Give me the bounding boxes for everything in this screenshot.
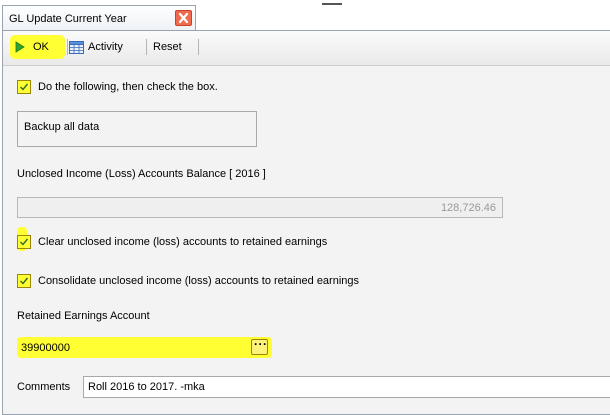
ok-button[interactable]: OK <box>10 35 65 59</box>
comments-input[interactable] <box>83 376 610 398</box>
instructions-checkbox-label: Do the following, then check the box. <box>38 81 218 93</box>
grid-icon <box>69 40 84 54</box>
close-icon <box>178 12 189 24</box>
reset-label: Reset <box>153 41 182 53</box>
ok-label: OK <box>33 41 49 53</box>
account-lookup-button[interactable]: ··· <box>251 337 268 355</box>
play-icon <box>15 41 25 53</box>
form-panel: OK Activity Reset Do the following, then… <box>2 30 610 415</box>
consolidate-option-label: Consolidate unclosed income (loss) accou… <box>38 275 360 287</box>
clear-option-label: Clear unclosed income (loss) accounts to… <box>38 236 328 248</box>
instructions-checkbox[interactable] <box>17 80 31 94</box>
retained-earnings-field[interactable]: 39900000 ··· <box>17 337 272 358</box>
instructions-check-row[interactable]: Do the following, then check the box. <box>17 80 218 94</box>
cropped-fragment <box>322 0 342 5</box>
clear-option-row[interactable]: Clear unclosed income (loss) accounts to… <box>17 235 327 249</box>
check-icon <box>20 277 29 285</box>
retained-earnings-label: Retained Earnings Account <box>17 310 150 322</box>
toolbar-separator <box>146 39 147 55</box>
activity-button[interactable]: Activity <box>69 35 123 59</box>
toolbar: OK Activity Reset <box>3 31 610 66</box>
instruction-text: Backup all data <box>24 121 100 133</box>
consolidate-option-row[interactable]: Consolidate unclosed income (loss) accou… <box>17 274 359 288</box>
balance-label: Unclosed Income (Loss) Accounts Balance … <box>17 168 266 180</box>
tab-gl-update-current-year[interactable]: GL Update Current Year <box>2 5 196 30</box>
balance-field: 128,726.46 <box>17 197 503 218</box>
comments-label: Comments <box>17 381 71 393</box>
instruction-box: Backup all data <box>17 111 257 147</box>
window-top-edge <box>0 0 610 5</box>
reset-button[interactable]: Reset <box>153 35 182 59</box>
retained-earnings-value: 39900000 <box>21 342 70 354</box>
consolidate-option-checkbox[interactable] <box>17 274 31 288</box>
tab-title: GL Update Current Year <box>9 13 127 25</box>
balance-value: 128,726.46 <box>440 202 496 214</box>
tab-close-button[interactable] <box>175 10 192 26</box>
toolbar-separator <box>198 39 199 55</box>
toolbar-separator <box>67 39 68 55</box>
check-icon <box>20 238 29 246</box>
check-icon <box>20 83 29 91</box>
clear-option-checkbox[interactable] <box>17 235 31 249</box>
activity-label: Activity <box>88 41 123 53</box>
ellipsis-icon: ··· <box>254 337 268 351</box>
